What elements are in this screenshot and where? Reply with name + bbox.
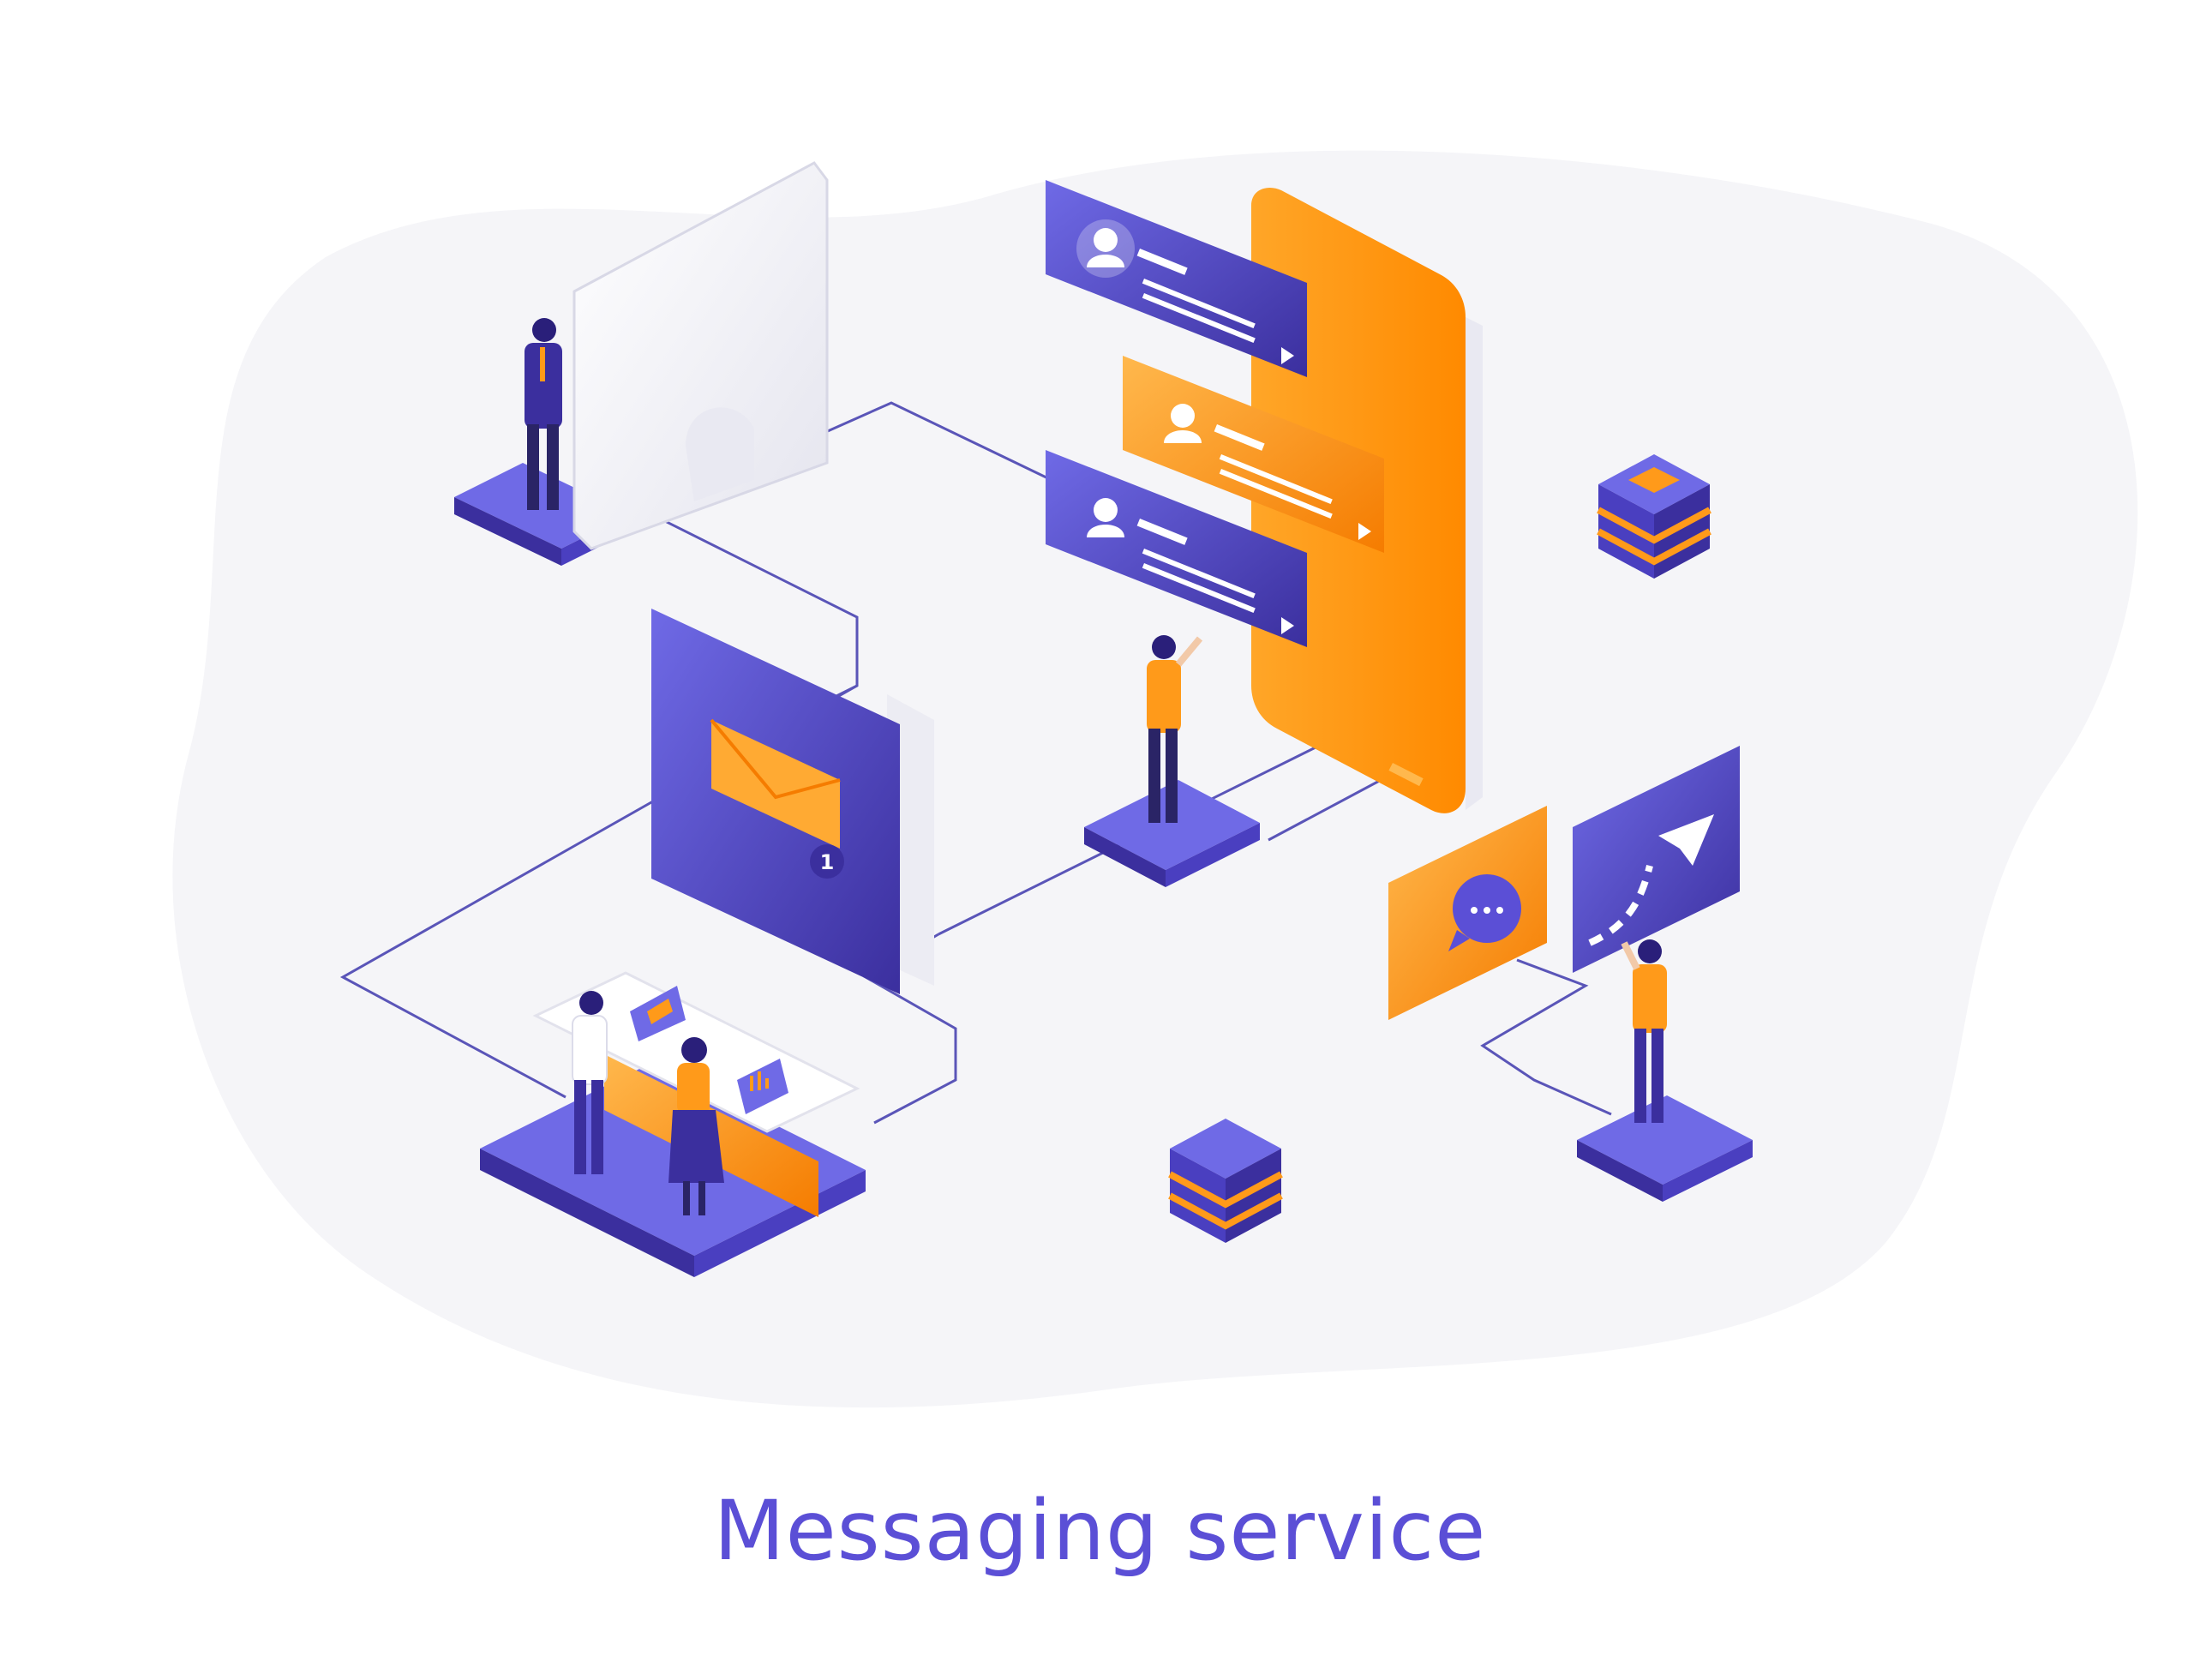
illustration-title: Messaging service <box>713 1483 1487 1579</box>
messaging-illustration: 1 <box>172 150 2138 1408</box>
notification-badge-count: 1 <box>820 850 835 874</box>
